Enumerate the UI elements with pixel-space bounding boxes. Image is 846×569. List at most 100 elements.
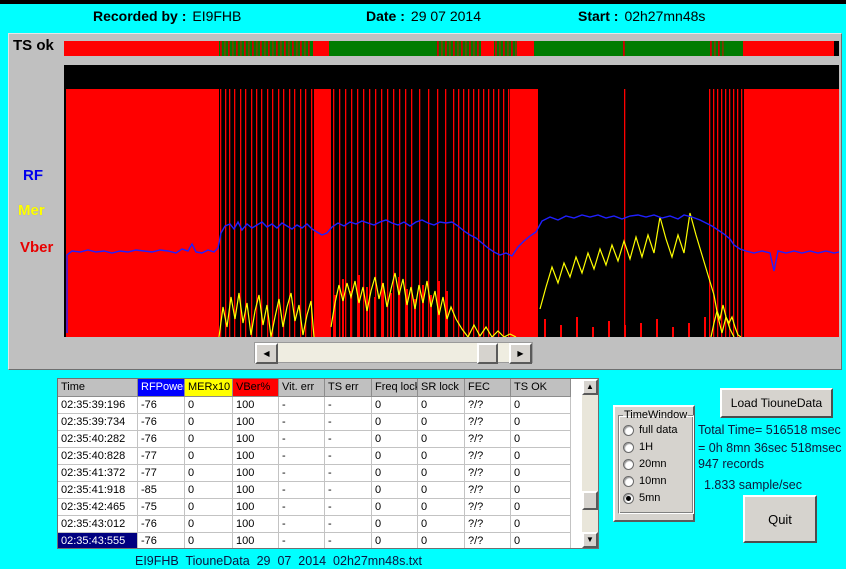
radio-label[interactable]: 10mn [639, 475, 667, 487]
table-cell[interactable]: 0 [372, 431, 418, 448]
table-cell[interactable]: 0 [372, 414, 418, 431]
table-cell[interactable]: 0 [511, 533, 571, 548]
table-cell[interactable]: 0 [418, 533, 465, 548]
table-cell[interactable]: 02:35:41:372 [58, 465, 138, 482]
scroll-left-button[interactable]: ◀ [255, 343, 278, 364]
table-cell[interactable]: 02:35:41:918 [58, 482, 138, 499]
table-cell[interactable]: 0 [418, 482, 465, 499]
table-cell[interactable]: 100 [233, 448, 279, 465]
table-cell[interactable]: 0 [418, 448, 465, 465]
load-tiounedata-button[interactable]: Load TiouneData [720, 388, 833, 418]
table-cell[interactable]: - [325, 482, 372, 499]
table-cell[interactable]: 0 [185, 397, 233, 414]
radio-label[interactable]: 20mn [639, 458, 667, 470]
table-cell[interactable]: 0 [185, 533, 233, 548]
scroll-down-button[interactable]: ▼ [582, 532, 598, 548]
radio-label[interactable]: 1H [639, 441, 653, 453]
table-cell[interactable]: - [325, 448, 372, 465]
table-cell[interactable]: - [279, 431, 325, 448]
table-cell[interactable]: 100 [233, 465, 279, 482]
table-cell[interactable]: ?/? [465, 533, 511, 548]
radio-1h[interactable]: 1H [623, 439, 693, 455]
radio-20mn[interactable]: 20mn [623, 456, 693, 472]
radio-label[interactable]: 5mn [639, 492, 660, 504]
scroll-up-button[interactable]: ▲ [582, 379, 598, 395]
table-cell[interactable]: 02:35:43:012 [58, 516, 138, 533]
table-cell[interactable]: 02:35:42:465 [58, 499, 138, 516]
table-cell[interactable]: 0 [511, 414, 571, 431]
table-cell[interactable]: 100 [233, 431, 279, 448]
table-cell[interactable]: 0 [185, 482, 233, 499]
table-cell[interactable]: -77 [138, 448, 185, 465]
table-cell[interactable]: 0 [372, 465, 418, 482]
scroll-right-button[interactable]: ▶ [509, 343, 532, 364]
radio-circle-icon[interactable] [623, 476, 634, 487]
table-cell[interactable]: -76 [138, 397, 185, 414]
table-cell[interactable]: 100 [233, 414, 279, 431]
radio-circle-icon[interactable] [623, 425, 634, 436]
radio-circle-icon[interactable] [623, 493, 634, 504]
table-cell[interactable]: 0 [372, 482, 418, 499]
table-scrollbar-thumb[interactable] [582, 491, 598, 510]
table-cell[interactable]: ?/? [465, 465, 511, 482]
radio-circle-icon[interactable] [623, 442, 634, 453]
table-cell[interactable]: 0 [185, 465, 233, 482]
table-cell[interactable]: 0 [372, 499, 418, 516]
table-cell[interactable]: 0 [418, 431, 465, 448]
table-cell[interactable]: 0 [418, 397, 465, 414]
table-cell[interactable]: 0 [185, 448, 233, 465]
table-cell[interactable]: 0 [511, 448, 571, 465]
table-cell[interactable]: ?/? [465, 431, 511, 448]
table-cell[interactable]: - [325, 431, 372, 448]
table-cell[interactable]: 100 [233, 533, 279, 548]
table-cell[interactable]: -75 [138, 499, 185, 516]
radio-label[interactable]: full data [639, 424, 678, 436]
table-cell[interactable]: ?/? [465, 414, 511, 431]
table-cell[interactable]: - [325, 397, 372, 414]
table-cell[interactable]: 100 [233, 516, 279, 533]
table-cell[interactable]: ?/? [465, 482, 511, 499]
table-cell[interactable]: - [279, 414, 325, 431]
table-cell[interactable]: 02:35:40:282 [58, 431, 138, 448]
radio-5mn[interactable]: 5mn [623, 490, 693, 506]
table-cell[interactable]: 02:35:43:555 [58, 533, 138, 548]
table-cell[interactable]: 0 [372, 533, 418, 548]
table-cell[interactable]: 100 [233, 397, 279, 414]
table-cell[interactable]: - [279, 516, 325, 533]
table-cell[interactable]: 0 [185, 414, 233, 431]
table-cell[interactable]: ?/? [465, 397, 511, 414]
table-cell[interactable]: - [279, 397, 325, 414]
table-cell[interactable]: 0 [511, 516, 571, 533]
table-cell[interactable]: 0 [418, 499, 465, 516]
table-cell[interactable]: 0 [511, 499, 571, 516]
table-cell[interactable]: - [325, 516, 372, 533]
table-cell[interactable]: - [325, 465, 372, 482]
table-cell[interactable]: - [279, 499, 325, 516]
radio-circle-icon[interactable] [623, 459, 634, 470]
table-cell[interactable]: 0 [372, 448, 418, 465]
table-cell[interactable]: - [279, 482, 325, 499]
table-cell[interactable]: - [279, 448, 325, 465]
table-cell[interactable]: 0 [418, 465, 465, 482]
quit-button[interactable]: Quit [743, 495, 817, 543]
table-cell[interactable]: 02:35:39:196 [58, 397, 138, 414]
table-cell[interactable]: -76 [138, 533, 185, 548]
chart-scrollbar[interactable]: ◀ ▶ [254, 342, 533, 363]
table-cell[interactable]: 0 [372, 516, 418, 533]
table-cell[interactable]: 02:35:40:828 [58, 448, 138, 465]
table-cell[interactable]: -85 [138, 482, 185, 499]
table-cell[interactable]: 0 [185, 499, 233, 516]
table-cell[interactable]: - [325, 533, 372, 548]
table-cell[interactable]: - [325, 499, 372, 516]
table-cell[interactable]: - [279, 533, 325, 548]
table-cell[interactable]: 100 [233, 482, 279, 499]
table-cell[interactable]: -77 [138, 465, 185, 482]
table-cell[interactable]: ?/? [465, 516, 511, 533]
table-cell[interactable]: 0 [185, 516, 233, 533]
table-scrollbar[interactable]: ▲ ▼ [582, 379, 598, 548]
table-cell[interactable]: 0 [511, 397, 571, 414]
table-cell[interactable]: 0 [185, 431, 233, 448]
table-cell[interactable]: 0 [511, 465, 571, 482]
radio-full-data[interactable]: full data [623, 422, 693, 438]
table-cell[interactable]: 0 [511, 431, 571, 448]
